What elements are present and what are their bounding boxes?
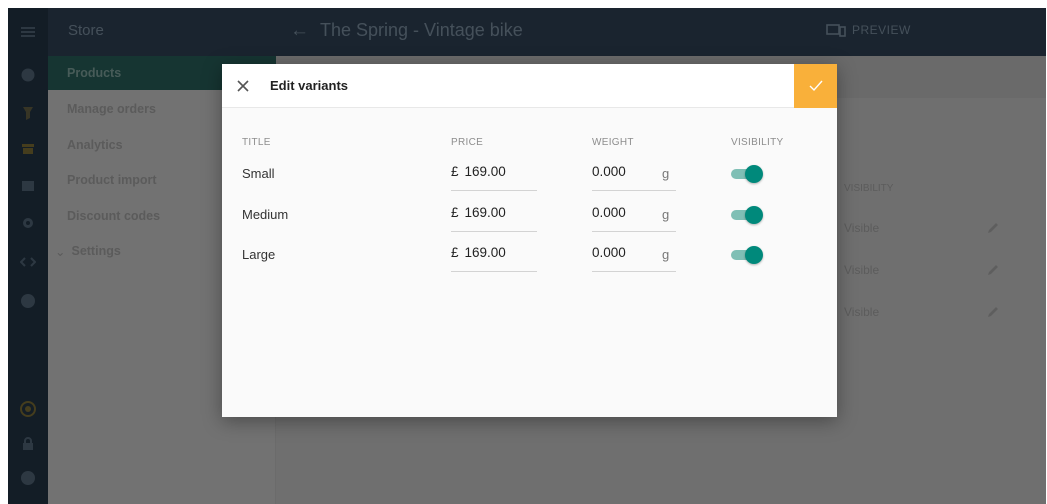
variant-title: Small bbox=[242, 166, 275, 181]
weight-input[interactable]: 0.000 g bbox=[592, 164, 676, 191]
price-input[interactable]: £169.00 bbox=[451, 164, 537, 191]
weight-value: 0.000 bbox=[592, 245, 626, 260]
column-header-visibility: VISIBILITY bbox=[731, 137, 784, 148]
weight-unit: g bbox=[662, 207, 670, 222]
variant-title: Medium bbox=[242, 207, 289, 222]
price-input[interactable]: £169.00 bbox=[451, 245, 537, 272]
dialog-title: Edit variants bbox=[270, 78, 349, 93]
weight-unit: g bbox=[662, 166, 670, 181]
close-icon[interactable] bbox=[234, 77, 252, 95]
column-header-weight: WEIGHT bbox=[592, 137, 634, 148]
variant-title: Large bbox=[242, 247, 276, 262]
toggle-knob bbox=[745, 206, 763, 224]
check-icon bbox=[809, 80, 823, 92]
visibility-toggle[interactable] bbox=[731, 165, 765, 183]
visibility-toggle[interactable] bbox=[731, 206, 765, 224]
weight-value: 0.000 bbox=[592, 205, 626, 220]
column-header-price: PRICE bbox=[451, 137, 484, 148]
app-frame: Store ← The Spring - Vintage bike PREVIE… bbox=[8, 8, 1046, 504]
currency-symbol: £ bbox=[451, 164, 459, 179]
currency-symbol: £ bbox=[451, 205, 459, 220]
weight-value: 0.000 bbox=[592, 164, 626, 179]
weight-input[interactable]: 0.000 g bbox=[592, 205, 676, 232]
price-input[interactable]: £169.00 bbox=[451, 205, 537, 232]
column-header-title: TITLE bbox=[242, 137, 271, 148]
price-value: 169.00 bbox=[464, 164, 506, 179]
dialog-header: Edit variants bbox=[222, 64, 837, 108]
price-value: 169.00 bbox=[464, 205, 506, 220]
toggle-knob bbox=[745, 246, 763, 264]
toggle-knob bbox=[745, 165, 763, 183]
weight-unit: g bbox=[662, 247, 670, 262]
currency-symbol: £ bbox=[451, 245, 459, 260]
price-value: 169.00 bbox=[464, 245, 506, 260]
visibility-toggle[interactable] bbox=[731, 246, 765, 264]
confirm-button[interactable] bbox=[794, 64, 837, 108]
weight-input[interactable]: 0.000 g bbox=[592, 245, 676, 272]
edit-variants-dialog: Edit variants TITLE PRICE WEIGHT VISIBIL… bbox=[222, 64, 837, 417]
